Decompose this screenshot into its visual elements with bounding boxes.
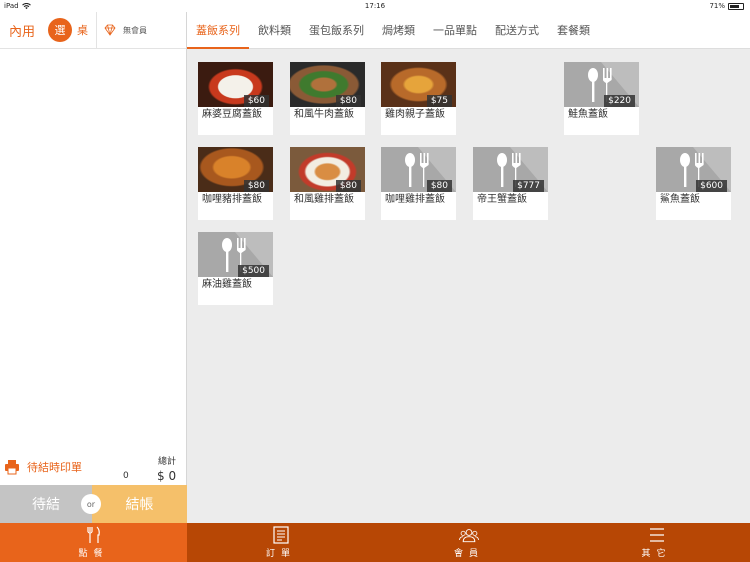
product-card[interactable]: $75 雞肉親子蓋飯	[381, 62, 456, 135]
product-card[interactable]: $600 鯊魚蓋飯	[656, 147, 731, 220]
product-name: 麻婆豆腐蓋飯	[202, 109, 262, 120]
total-amount: $ 0	[157, 469, 177, 483]
product-card[interactable]: $60 麻婆豆腐蓋飯	[198, 62, 273, 135]
product-photo: $80	[290, 147, 365, 192]
print-label: 待結時印單	[27, 461, 82, 474]
nav-members[interactable]: 會員	[375, 523, 563, 562]
product-price: $600	[696, 180, 727, 192]
members-icon	[459, 529, 479, 543]
product-name: 和風牛肉蓋飯	[294, 109, 354, 120]
product-price: $500	[238, 265, 269, 277]
nav-other[interactable]: 其它	[563, 523, 750, 562]
nav-label: 點餐	[78, 549, 109, 559]
tab-omelette-rice[interactable]: 蛋包飯系列	[300, 12, 373, 48]
product-price: $80	[426, 180, 452, 192]
product-card[interactable]: $777 帝王蟹蓋飯	[473, 147, 548, 220]
menu-icon	[649, 528, 664, 542]
product-price: $220	[604, 95, 635, 107]
product-card[interactable]: $220 鮭魚蓋飯	[564, 62, 639, 135]
printer-icon	[5, 460, 19, 475]
clock: 17:16	[364, 2, 386, 10]
member-selector[interactable]: 無會員	[96, 11, 147, 49]
product-name: 咖哩豬排蓋飯	[202, 194, 262, 205]
product-card[interactable]: $80 咖哩豬排蓋飯	[198, 147, 273, 220]
nav-label: 訂單	[265, 549, 296, 559]
battery-icon	[728, 2, 744, 10]
product-card[interactable]: $80 和風牛肉蓋飯	[290, 62, 365, 135]
status-bar: iPad 17:16 71%	[0, 0, 750, 12]
tab-drinks[interactable]: 飲料類	[249, 12, 300, 48]
product-card[interactable]: $80 和風雞排蓋飯	[290, 147, 365, 220]
product-name: 雞肉親子蓋飯	[385, 109, 445, 120]
product-card[interactable]: $80 咖哩雞排蓋飯	[381, 147, 456, 220]
tab-delivery[interactable]: 配送方式	[486, 12, 548, 48]
table-label: 桌	[77, 24, 88, 37]
category-tabs: 蓋飯系列 飲料類 蛋包飯系列 焗烤類 一品單點 配送方式 套餐類	[187, 12, 750, 49]
member-label: 無會員	[123, 25, 147, 35]
diamond-icon	[104, 24, 116, 36]
product-photo: $80	[290, 62, 365, 107]
dine-in-mode[interactable]: 內用	[0, 21, 48, 40]
nav-label: 會員	[453, 549, 484, 559]
hold-button[interactable]: 待結	[0, 485, 92, 523]
product-grid: $60 麻婆豆腐蓋飯 $80 和風牛肉蓋飯 $75 雞肉親子蓋飯 $220 鮭魚…	[187, 49, 750, 523]
product-placeholder: $777	[473, 147, 548, 192]
tab-rice-bowl[interactable]: 蓋飯系列	[187, 12, 249, 49]
product-name: 和風雞排蓋飯	[294, 194, 354, 205]
product-placeholder: $80	[381, 147, 456, 192]
battery-percent: 71%	[709, 2, 725, 10]
product-placeholder: $600	[656, 147, 731, 192]
product-name: 咖哩雞排蓋飯	[385, 194, 445, 205]
fork-knife-icon	[86, 526, 100, 543]
nav-label: 其它	[641, 549, 672, 559]
total-title: 總計	[158, 457, 177, 467]
product-placeholder: $220	[564, 62, 639, 107]
product-name: 帝王蟹蓋飯	[477, 194, 527, 205]
tab-single-items[interactable]: 一品單點	[424, 12, 486, 48]
tab-gratin[interactable]: 焗烤類	[373, 12, 424, 48]
nav-order-food[interactable]: 點餐	[0, 523, 187, 562]
product-price: $80	[335, 95, 361, 107]
product-price: $60	[243, 95, 269, 107]
order-header: 內用 選 桌 無會員	[0, 11, 186, 49]
item-count: 0	[123, 471, 129, 481]
product-photo: $60	[198, 62, 273, 107]
or-divider: or	[81, 494, 101, 514]
product-name: 鮭魚蓋飯	[568, 109, 608, 120]
product-price: $80	[243, 180, 269, 192]
product-name: 麻油雞蓋飯	[202, 279, 252, 290]
product-placeholder: $500	[198, 232, 273, 277]
nav-orders[interactable]: 訂單	[187, 523, 375, 562]
product-photo: $75	[381, 62, 456, 107]
receipt-icon	[273, 526, 289, 544]
product-name: 鯊魚蓋飯	[660, 194, 700, 205]
order-panel: 內用 選 桌 無會員 待結時印單 總計 0 $ 0	[0, 11, 187, 523]
product-price: $75	[426, 95, 452, 107]
print-on-hold-toggle[interactable]: 待結時印單	[4, 459, 82, 475]
product-photo: $80	[198, 147, 273, 192]
checkout-button[interactable]: 結帳	[92, 485, 187, 523]
select-table-button[interactable]: 選	[48, 18, 72, 42]
product-card[interactable]: $500 麻油雞蓋飯	[198, 232, 273, 305]
bottom-nav: 點餐 訂單 會員 其它	[0, 523, 750, 562]
tab-set-meals[interactable]: 套餐類	[548, 12, 599, 48]
product-price: $777	[513, 180, 544, 192]
product-price: $80	[335, 180, 361, 192]
